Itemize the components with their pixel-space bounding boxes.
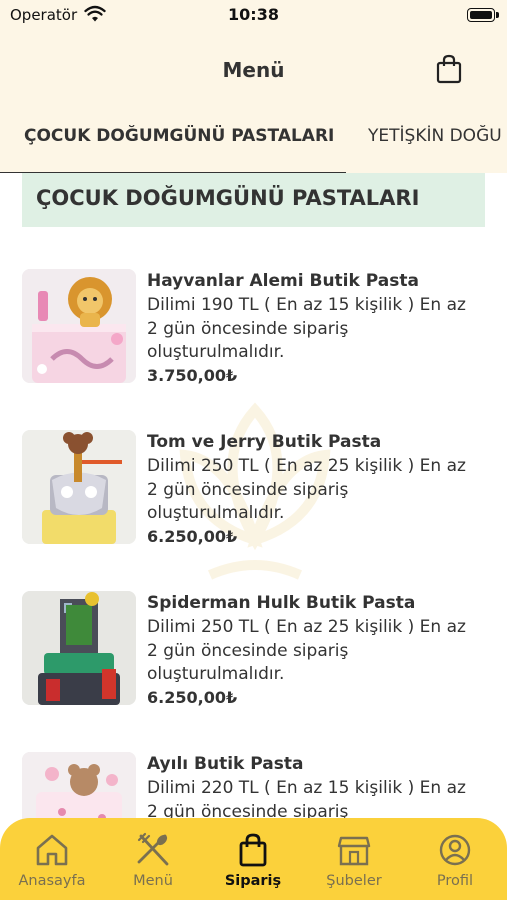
product-image — [22, 591, 136, 705]
home-icon — [36, 834, 68, 866]
shopping-bag-icon — [239, 833, 267, 867]
tabbar-label: Şubeler — [326, 873, 382, 889]
product-image — [22, 269, 136, 383]
app-header: Operatör 10:38 Menü ÇOCUK DOĞUMGÜNÜ PAST… — [0, 0, 507, 173]
product-name: Spiderman Hulk Butik Pasta — [147, 593, 416, 613]
tabbar-item-anasayfa[interactable]: Anasayfa — [2, 832, 102, 889]
tabbar-label: Menü — [133, 873, 173, 889]
product-image — [22, 430, 136, 544]
section-title: ÇOCUK DOĞUMGÜNÜ PASTALARI — [36, 186, 420, 210]
tabbar-item-subeler[interactable]: Şubeler — [304, 832, 404, 889]
tabbar-item-siparis[interactable]: Sipariş — [203, 832, 303, 889]
tab-yetiskin-dogumgunu[interactable]: YETİŞKİN DOĞU — [368, 126, 502, 146]
product-name: Tom ve Jerry Butik Pasta — [147, 432, 382, 452]
bottom-tab-bar: Anasayfa Menü Sipariş Şubeler Profil — [0, 818, 507, 900]
product-price: 3.750,00₺ — [147, 366, 238, 385]
product-item-tom-ve-jerry[interactable]: Tom ve Jerry Butik Pasta Dilimi 250 TL (… — [0, 416, 507, 566]
product-price: 6.250,00₺ — [147, 688, 238, 707]
tabbar-label: Profil — [436, 873, 474, 889]
tabbar-label: Anasayfa — [18, 873, 86, 889]
product-description: Dilimi 190 TL ( En az 15 kişilik ) En az… — [147, 295, 466, 362]
tabbar-item-profil[interactable]: Profil — [405, 832, 505, 889]
product-description: Dilimi 250 TL ( En az 25 kişilik ) En az… — [147, 456, 466, 523]
status-bar: Operatör 10:38 — [0, 0, 507, 32]
section-header: ÇOCUK DOĞUMGÜNÜ PASTALARI — [22, 173, 485, 227]
store-icon — [337, 836, 371, 866]
tab-cocuk-dogumgunu[interactable]: ÇOCUK DOĞUMGÜNÜ PASTALARI — [24, 126, 334, 146]
status-time: 10:38 — [228, 5, 279, 24]
page-title: Menü — [222, 58, 285, 82]
tabbar-label: Sipariş — [224, 873, 282, 889]
tabbar-item-menu[interactable]: Menü — [103, 832, 203, 889]
product-name: Ayılı Butik Pasta — [147, 754, 304, 774]
fork-spoon-icon — [137, 832, 169, 866]
shopping-bag-icon[interactable] — [436, 54, 462, 84]
product-item-hayvanlar-alemi[interactable]: Hayvanlar Alemi Butik Pasta Dilimi 190 T… — [0, 255, 507, 405]
product-item-spiderman-hulk[interactable]: Spiderman Hulk Butik Pasta Dilimi 250 TL… — [0, 577, 507, 727]
battery-icon — [467, 8, 499, 22]
profile-icon — [439, 834, 471, 866]
product-price: 6.250,00₺ — [147, 527, 238, 546]
product-name: Hayvanlar Alemi Butik Pasta — [147, 271, 419, 291]
product-description: Dilimi 220 TL ( En az 15 kişilik ) En az… — [147, 778, 466, 822]
category-tabs: ÇOCUK DOĞUMGÜNÜ PASTALARI YETİŞKİN DOĞU — [0, 116, 507, 173]
product-description: Dilimi 250 TL ( En az 25 kişilik ) En az… — [147, 617, 466, 684]
